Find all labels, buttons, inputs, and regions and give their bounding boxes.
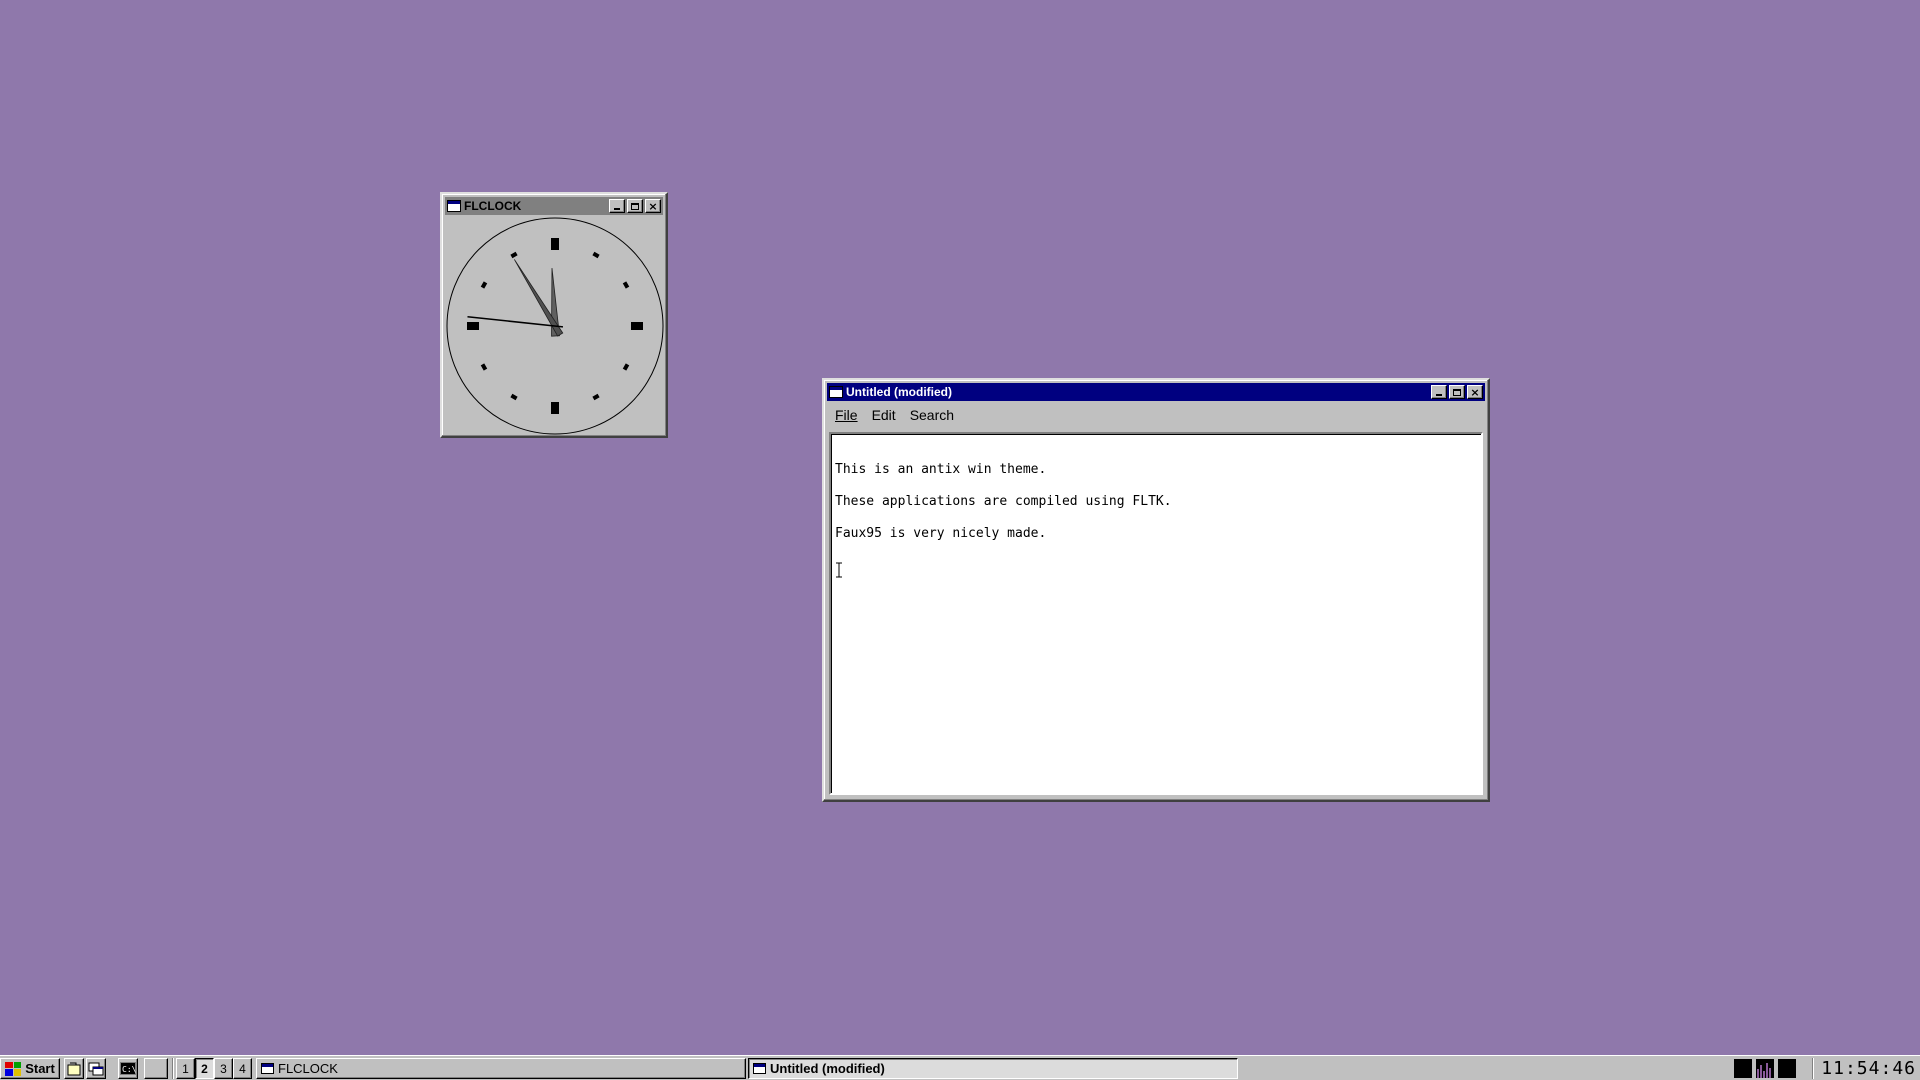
task-label: Untitled (modified) bbox=[770, 1061, 885, 1076]
desktop-3-button[interactable]: 3 bbox=[214, 1058, 233, 1079]
minimize-icon bbox=[614, 208, 620, 210]
editor-titlebar[interactable]: Untitled (modified) × bbox=[827, 383, 1485, 401]
editor-title: Untitled (modified) bbox=[846, 385, 952, 399]
terminal-launcher[interactable]: C:\ bbox=[118, 1058, 138, 1079]
show-windows-launcher[interactable] bbox=[86, 1058, 106, 1079]
start-label: Start bbox=[25, 1061, 55, 1076]
taskbar: Start C:\ 1 2 3 4 FLCLOCK Untitled (modi… bbox=[0, 1055, 1920, 1080]
window-icon bbox=[753, 1063, 766, 1074]
maximize-icon bbox=[1453, 388, 1461, 396]
text-line: This is an antix win theme. bbox=[835, 462, 1047, 477]
maximize-button[interactable] bbox=[627, 199, 643, 213]
task-label: FLCLOCK bbox=[278, 1061, 338, 1076]
window-icon[interactable] bbox=[447, 200, 461, 212]
clock-tick bbox=[631, 322, 643, 330]
minimize-button[interactable] bbox=[609, 199, 625, 213]
windows-logo-icon bbox=[5, 1061, 22, 1076]
cpu-monitor-icon bbox=[1734, 1059, 1752, 1078]
analog-clock-face bbox=[446, 217, 664, 435]
close-icon: × bbox=[648, 199, 658, 213]
flclock-window[interactable]: FLCLOCK × bbox=[440, 192, 668, 438]
terminal-icon: C:\ bbox=[120, 1062, 136, 1075]
clock-tick bbox=[467, 322, 479, 330]
clock-tick bbox=[551, 238, 559, 250]
svg-text:C:\: C:\ bbox=[122, 1065, 136, 1074]
close-button[interactable]: × bbox=[1467, 385, 1483, 399]
minimize-icon bbox=[1436, 394, 1442, 396]
window-icon bbox=[261, 1063, 274, 1074]
minimize-button[interactable] bbox=[1431, 385, 1447, 399]
maximize-icon bbox=[631, 202, 639, 210]
close-icon: × bbox=[1470, 385, 1480, 399]
menu-edit[interactable]: Edit bbox=[866, 407, 902, 423]
task-flclock[interactable]: FLCLOCK bbox=[256, 1058, 746, 1079]
windows-icon bbox=[88, 1062, 104, 1075]
taskbar-separator bbox=[172, 1058, 174, 1079]
menu-search[interactable]: Search bbox=[904, 407, 960, 423]
text-cursor-icon bbox=[836, 562, 842, 578]
text-line: These applications are compiled using FL… bbox=[835, 494, 1172, 509]
window-icon[interactable] bbox=[829, 386, 843, 398]
network-monitor-icon bbox=[1756, 1059, 1774, 1078]
desktop-2-button[interactable]: 2 bbox=[195, 1058, 214, 1079]
menu-file[interactable]: File bbox=[829, 407, 864, 423]
taskbar-clock[interactable]: 11:54:46 bbox=[1816, 1058, 1916, 1079]
taskbar-separator bbox=[1812, 1058, 1814, 1079]
flclock-titlebar[interactable]: FLCLOCK × bbox=[445, 197, 663, 215]
memory-monitor-icon bbox=[1778, 1059, 1796, 1078]
task-untitled[interactable]: Untitled (modified) bbox=[748, 1058, 1238, 1079]
file-manager-icon bbox=[67, 1062, 81, 1075]
menu-bar: File Edit Search bbox=[827, 403, 1485, 427]
desktop-4-button[interactable]: 4 bbox=[233, 1058, 252, 1079]
flclock-title: FLCLOCK bbox=[464, 199, 522, 213]
editor-window[interactable]: Untitled (modified) × File Edit Search T… bbox=[822, 378, 1490, 802]
blank-launcher[interactable] bbox=[144, 1058, 168, 1079]
file-manager-launcher[interactable] bbox=[64, 1058, 84, 1079]
maximize-button[interactable] bbox=[1449, 385, 1465, 399]
text-editor-area[interactable]: This is an antix win theme. These applic… bbox=[829, 432, 1483, 795]
clock-tick bbox=[551, 402, 559, 414]
desktop-1-button[interactable]: 1 bbox=[176, 1058, 195, 1079]
close-button[interactable]: × bbox=[645, 199, 661, 213]
start-button[interactable]: Start bbox=[0, 1058, 60, 1079]
text-line: Faux95 is very nicely made. bbox=[835, 526, 1047, 541]
